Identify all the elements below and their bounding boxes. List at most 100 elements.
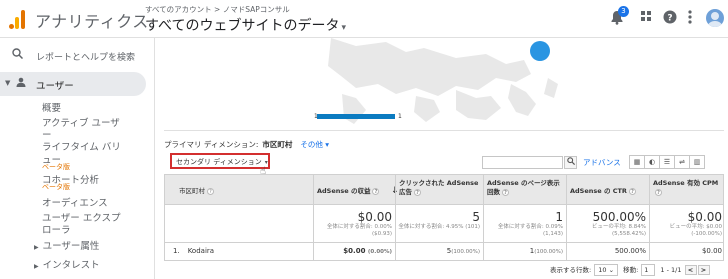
help-icon[interactable]: ?: [414, 188, 421, 196]
city-link[interactable]: Kodaira: [188, 247, 214, 255]
app-header: アナリティクス すべてのアカウント > ノマドSAPコンサル すべてのウェブサイ…: [0, 0, 728, 38]
avatar[interactable]: [706, 9, 724, 27]
sidebar: レポートとヘルプを検索 ▼ ユーザー 概要 アクティブ ユーザ ー ライフタイム…: [0, 38, 155, 279]
total-cell: 5 全体に対する割合: 4.95% (101): [395, 205, 483, 243]
sidebar-item-users[interactable]: ▼ ユーザー: [0, 72, 146, 96]
map-legend-max: 1: [398, 113, 402, 120]
column-header-adsense-cpm[interactable]: AdSense 有効 CPM?: [649, 175, 725, 206]
help-icon[interactable]: ?: [663, 10, 677, 28]
column-label: 市区町村: [179, 187, 205, 195]
svg-text:?: ?: [667, 14, 672, 24]
help-icon[interactable]: ?: [207, 187, 214, 195]
caret-right-icon: ▶: [34, 244, 39, 251]
total-cell: $0.00 全体に対する割合: 0.00% ($0.93): [313, 205, 395, 243]
chevron-down-icon: ▾: [264, 159, 268, 166]
sidebar-item-audiences[interactable]: オーディエンス: [42, 195, 108, 209]
total-subtext: ビューの平均: 8.84% (5,558.42%): [591, 224, 646, 237]
cell-clicks: 5(100.00%): [395, 243, 483, 261]
totals-row: $0.00 全体に対する割合: 0.00% ($0.93) 5 全体に対する割合…: [164, 205, 724, 243]
view-selector[interactable]: すべてのウェブサイトのデータ ▾: [145, 15, 346, 35]
chevron-down-icon: ▾: [325, 140, 330, 149]
primary-dimension-row: プライマリ ディメンション: 市区町村 その他 ▾: [164, 139, 329, 150]
cell-value: $0.00: [343, 247, 366, 255]
sidebar-item-demographics[interactable]: ▶ ユーザー属性: [34, 238, 99, 252]
row-index: 1.: [173, 247, 180, 255]
caret-down-icon: ▼: [5, 79, 11, 87]
data-table-view-icon[interactable]: ▦: [629, 155, 645, 169]
column-header-adsense-revenue[interactable]: AdSense の収益?: [313, 175, 395, 206]
beta-badge: ベータ版: [42, 183, 70, 191]
table-search-input[interactable]: [482, 156, 563, 169]
primary-dimension-label: プライマリ ディメンション:: [164, 140, 259, 149]
total-value: $0.00: [687, 210, 722, 224]
person-icon: [16, 77, 26, 90]
search-icon[interactable]: [564, 156, 577, 169]
column-label: AdSense 有効 CPM: [653, 179, 719, 187]
sidebar-item-label: インタレスト: [42, 260, 100, 271]
sidebar-item-user-explorer-cont[interactable]: ローラ: [42, 222, 71, 236]
sidebar-item-overview[interactable]: 概要: [42, 100, 61, 114]
other-label: その他: [300, 140, 323, 149]
total-value: 5: [472, 210, 480, 224]
main-content: 1 1 プライマリ ディメンション: 市区町村 その他 ▾ セカンダリ ディメンショ…: [156, 38, 728, 279]
total-cell: 500.00% ビューの平均: 8.84% (5,558.42%): [566, 205, 649, 243]
map-bubble: [530, 41, 550, 61]
goto-page-input[interactable]: 1: [641, 264, 656, 276]
help-icon[interactable]: ?: [502, 188, 509, 196]
sidebar-item-active-users[interactable]: アクティブ ユーザ: [42, 115, 120, 129]
sidebar-item-lifetime-value[interactable]: ライフタイム バリ: [42, 139, 121, 153]
pivot-view-icon[interactable]: ▥: [689, 155, 705, 169]
total-subtext: ビューの平均: $0.00 (-100.00%): [669, 224, 722, 237]
column-label: AdSense の CTR: [570, 187, 627, 195]
chevron-down-icon: ▾: [341, 23, 346, 33]
total-cell: $0.00 ビューの平均: $0.00 (-100.00%): [649, 205, 725, 243]
rows-value: 10: [598, 266, 607, 274]
prev-page-button[interactable]: <: [684, 265, 697, 275]
more-vert-icon[interactable]: [688, 10, 692, 28]
cell-cpm: $0.00: [649, 243, 725, 261]
column-header-adsense-page-views[interactable]: AdSense のページ表示回数?: [483, 175, 566, 206]
page-range: 1 - 1/1: [660, 266, 682, 274]
cell-ctr: 500.00%: [566, 243, 649, 261]
primary-dimension-value: 市区町村: [262, 140, 293, 149]
help-icon[interactable]: ?: [628, 187, 636, 195]
help-icon[interactable]: ?: [372, 187, 380, 195]
help-icon[interactable]: ?: [655, 188, 662, 196]
total-value: $0.00: [357, 210, 392, 224]
rows-label: 表示する行数:: [550, 266, 592, 274]
secondary-dimension-dropdown[interactable]: セカンダリ ディメンション ▾: [170, 153, 270, 169]
other-dimension-link[interactable]: その他 ▾: [300, 140, 329, 149]
goto-label: 移動:: [623, 266, 639, 274]
total-cell: 1 全体に対する割合: 0.09% (1,143): [483, 205, 566, 243]
sidebar-item-interests[interactable]: ▶ インタレスト: [34, 257, 100, 271]
chevron-down-icon: ⌄: [608, 266, 615, 274]
apps-icon[interactable]: [640, 10, 652, 26]
cell-city: 1. Kodaira: [165, 243, 313, 261]
comparison-view-icon[interactable]: ⇌: [674, 155, 690, 169]
view-title: すべてのウェブサイトのデータ: [145, 18, 340, 34]
app-name: アナリティクス: [35, 12, 149, 31]
performance-view-icon[interactable]: ☰: [659, 155, 675, 169]
total-value: 500.00%: [592, 210, 646, 224]
total-subtext: 全体に対する割合: 4.95% (101): [398, 224, 480, 230]
search-icon: [12, 48, 24, 62]
column-header-adsense-clicks[interactable]: クリックされた AdSense 広告?: [395, 175, 483, 206]
advanced-filter-link[interactable]: アドバンス: [583, 157, 621, 168]
bell-icon[interactable]: 3: [610, 6, 629, 29]
table-header: 市区町村? AdSense の収益? ↓ クリックされた AdSense 広告?…: [164, 174, 725, 206]
breadcrumb[interactable]: すべてのアカウント > ノマドSAPコンサル: [145, 4, 290, 15]
pie-chart-view-icon[interactable]: ◐: [644, 155, 660, 169]
column-label: AdSense のページ表示回数: [487, 179, 560, 196]
column-label: クリックされた AdSense 広告: [399, 179, 479, 196]
pagination: 表示する行数: 10 ⌄ 移動: 1 1 - 1/1 < >: [550, 264, 710, 276]
total-subtext: 全体に対する割合: 0.00% ($0.93): [326, 224, 392, 237]
caret-right-icon: ▶: [34, 263, 39, 270]
column-header-adsense-ctr[interactable]: AdSense の CTR?: [566, 175, 649, 206]
geo-map[interactable]: 1 1: [156, 38, 728, 132]
analytics-logo-icon[interactable]: [9, 9, 25, 29]
next-page-button[interactable]: >: [697, 265, 710, 275]
beta-badge: ベータ版: [42, 163, 70, 171]
report-search[interactable]: レポートとヘルプを検索: [0, 46, 155, 66]
rows-per-page-select[interactable]: 10 ⌄: [594, 264, 619, 276]
column-header-city[interactable]: 市区町村?: [165, 175, 313, 206]
